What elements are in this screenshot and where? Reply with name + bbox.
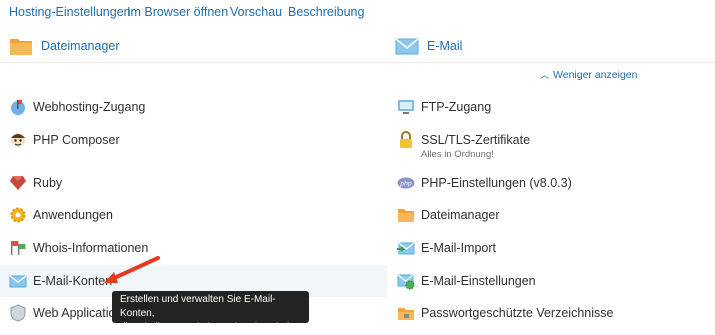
tooltip: Erstellen und verwalten Sie E-Mail-Konte… (112, 291, 309, 333)
red-arrow-annotation (104, 256, 160, 283)
tooltip-line-1: Erstellen und verwalten Sie E-Mail-Konte… (120, 294, 276, 319)
tooltip-line-2: die mit dieser Website verbunden sind. (120, 322, 293, 333)
